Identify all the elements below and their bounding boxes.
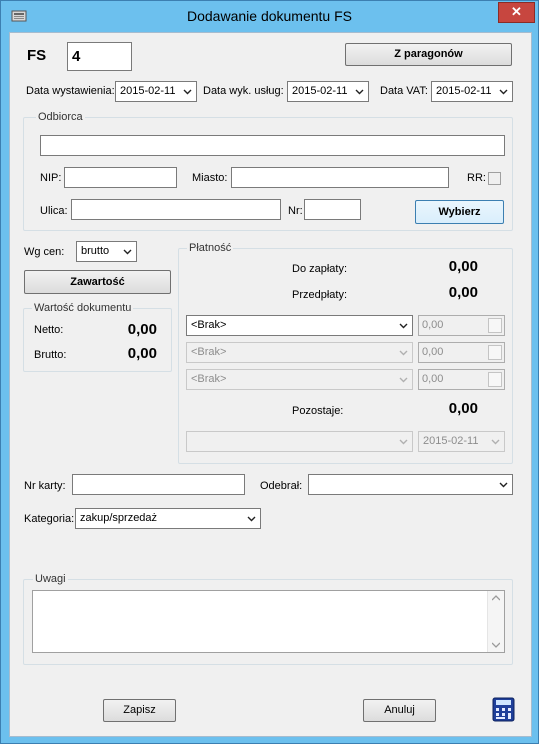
chevron-down-icon — [355, 89, 364, 95]
window-title: Dodawanie dokumentu FS — [187, 8, 352, 24]
save-button[interactable]: Zapisz — [103, 699, 176, 722]
street-field[interactable] — [71, 199, 281, 220]
choose-recipient-button[interactable]: Wybierz — [415, 200, 504, 224]
close-button[interactable]: ✕ — [498, 2, 535, 23]
contents-button[interactable]: Zawartość — [24, 270, 171, 294]
issue-date-value: 2015-02-11 — [120, 85, 176, 97]
notes-group-title: Uwagi — [33, 573, 68, 585]
chevron-down-icon — [183, 89, 192, 95]
chevron-down-icon — [399, 377, 408, 383]
recipient-name-field[interactable] — [40, 135, 505, 156]
issue-date-picker[interactable]: 2015-02-11 — [115, 81, 197, 102]
payment-amount-1[interactable]: 0,00 — [418, 315, 505, 336]
to-pay-value: 0,00 — [448, 258, 478, 275]
house-number-field[interactable] — [304, 199, 361, 220]
document-value-title: Wartość dokumentu — [32, 302, 134, 314]
calculator-button[interactable] — [492, 697, 515, 722]
pricing-label: Wg cen: — [24, 246, 65, 258]
category-label: Kategoria: — [24, 513, 75, 525]
scroll-up-icon[interactable] — [492, 595, 500, 601]
pricing-select[interactable]: brutto — [76, 241, 137, 262]
notes-textarea[interactable] — [32, 590, 505, 653]
payment-method-value-3: <Brak> — [191, 373, 227, 385]
chevron-down-icon — [399, 323, 408, 329]
spinner-handle[interactable] — [488, 318, 502, 333]
to-pay-label: Do zapłaty: — [292, 263, 348, 275]
deferred-date-picker: 2015-02-11 — [418, 431, 505, 452]
street-label: Ulica: — [40, 205, 68, 217]
spinner-handle — [488, 372, 502, 387]
prepaid-value: 0,00 — [448, 284, 478, 301]
received-by-label: Odebrał: — [260, 480, 303, 492]
received-by-select[interactable] — [308, 474, 513, 495]
chevron-down-icon — [399, 439, 408, 445]
payment-method-select-3: <Brak> — [186, 369, 413, 390]
payment-amount-2: 0,00 — [418, 342, 505, 363]
document-value-group — [23, 308, 172, 372]
chevron-down-icon — [491, 439, 500, 445]
net-value: 0,00 — [127, 321, 157, 338]
service-date-picker[interactable]: 2015-02-11 — [287, 81, 369, 102]
recipient-group-title: Odbiorca — [36, 111, 85, 123]
card-number-field[interactable] — [72, 474, 245, 495]
payment-method-select-2: <Brak> — [186, 342, 413, 363]
chevron-down-icon — [499, 89, 508, 95]
remaining-value: 0,00 — [448, 400, 478, 417]
payment-amount-3: 0,00 — [418, 369, 505, 390]
issue-date-label: Data wystawienia: — [26, 85, 115, 97]
chevron-down-icon — [499, 482, 508, 488]
title-bar[interactable]: Dodawanie dokumentu FS ✕ — [1, 1, 538, 32]
vat-date-value: 2015-02-11 — [436, 85, 492, 97]
remaining-label: Pozostaje: — [292, 405, 344, 417]
spinner-handle — [488, 345, 502, 360]
service-date-label: Data wyk. usług: — [203, 85, 284, 97]
deferred-date-value: 2015-02-11 — [423, 435, 479, 447]
payment-method-select-1[interactable]: <Brak> — [186, 315, 413, 336]
city-label: Miasto: — [192, 172, 228, 184]
doc-number-field[interactable]: 4 — [67, 42, 132, 71]
payment-method-value-1: <Brak> — [191, 319, 227, 331]
gross-label: Brutto: — [34, 349, 67, 361]
nip-field[interactable] — [64, 167, 177, 188]
payment-method-value-2: <Brak> — [191, 346, 227, 358]
rr-label: RR: — [467, 172, 486, 184]
doc-type-label: FS — [27, 47, 47, 64]
payment-amount-value-2: 0,00 — [422, 346, 444, 358]
chevron-down-icon — [123, 249, 132, 255]
chevron-down-icon — [247, 516, 256, 522]
category-select[interactable]: zakup/sprzedaż — [75, 508, 261, 529]
cancel-button[interactable]: Anuluj — [363, 699, 436, 722]
city-field[interactable] — [231, 167, 449, 188]
prepaid-label: Przedpłaty: — [292, 289, 348, 301]
house-number-label: Nr: — [288, 205, 303, 217]
scroll-down-icon[interactable] — [492, 642, 500, 648]
service-date-value: 2015-02-11 — [292, 85, 348, 97]
vat-date-label: Data VAT: — [380, 85, 428, 97]
payment-amount-value-1: 0,00 — [422, 319, 444, 331]
net-label: Netto: — [34, 324, 64, 336]
notes-scrollbar[interactable] — [487, 591, 504, 652]
vat-date-picker[interactable]: 2015-02-11 — [431, 81, 513, 102]
payment-group-title: Płatność — [187, 242, 234, 254]
gross-value: 0,00 — [127, 345, 157, 362]
close-icon: ✕ — [511, 4, 522, 19]
from-receipts-button[interactable]: Z paragonów — [345, 43, 512, 66]
rr-checkbox[interactable] — [488, 172, 501, 185]
payment-amount-value-3: 0,00 — [422, 373, 444, 385]
chevron-down-icon — [399, 350, 408, 356]
card-number-label: Nr karty: — [24, 480, 66, 492]
category-value: zakup/sprzedaż — [80, 512, 158, 524]
deferred-method-select — [186, 431, 413, 452]
nip-label: NIP: — [40, 172, 62, 184]
calculator-icon — [492, 697, 515, 722]
pricing-value: brutto — [81, 245, 110, 257]
